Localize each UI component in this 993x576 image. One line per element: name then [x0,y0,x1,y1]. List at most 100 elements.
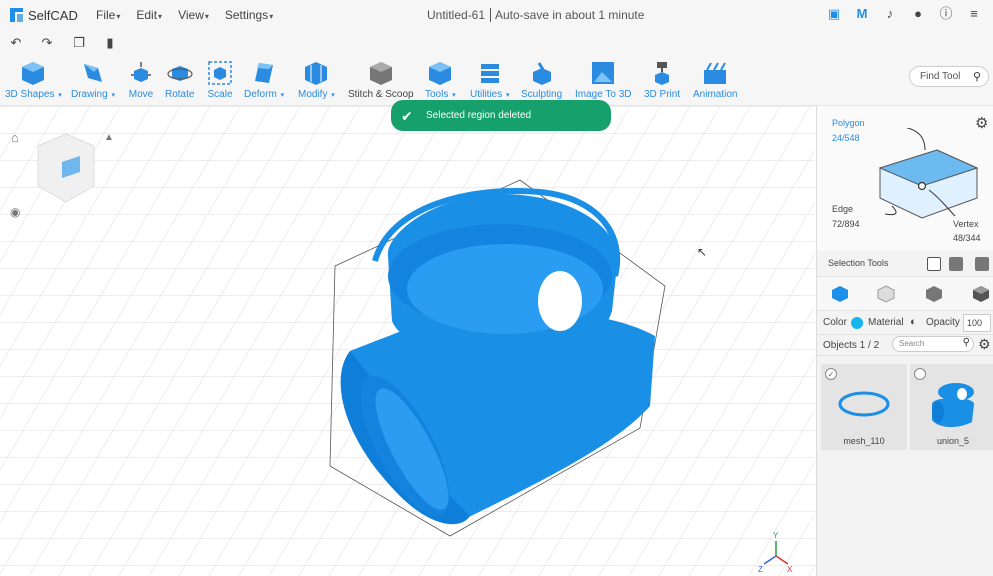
tools-icon [429,62,452,85]
select-all-icon[interactable] [975,257,989,271]
tool-deform[interactable]: Deform [244,60,284,100]
tool-label: Modify [298,89,328,100]
color-label: Color [823,317,847,328]
object-mode-icon[interactable] [831,285,849,303]
quick-actions-bar: ↶ ↷ ❐ ▮ [0,30,993,56]
edge-mode-label[interactable]: Edge [832,204,853,214]
faces-mode-icon[interactable] [925,285,943,303]
opacity-input[interactable]: 100 [963,314,991,332]
document-title[interactable]: Untitled-61 [427,8,485,22]
box-select-icon[interactable] [927,257,941,271]
axis-z-label: Z [758,565,763,574]
tool-label: Rotate [165,89,195,100]
edge-count: 72/894 [832,219,860,229]
find-tool-placeholder: Find Tool [920,71,961,82]
tool-scale[interactable]: Scale [207,60,233,100]
tool-3d-shapes[interactable]: 3D Shapes [5,60,62,100]
3d-viewport[interactable]: ⌂ ▲ ◉ Y X Z ↖ [0,106,815,576]
3d-print-icon [655,62,670,85]
objects-search-input[interactable]: Search ⚲ [892,336,974,352]
tool-label: Stitch & Scoop [348,89,414,100]
tool-move[interactable]: Move [128,60,154,100]
move-icon [131,62,151,82]
menu-view[interactable]: View [178,8,209,22]
tool-label: Deform [244,89,277,100]
undo-icon[interactable]: ↶ [9,36,23,50]
user-icon[interactable]: ● [911,7,925,21]
tool-label: Drawing [71,89,108,100]
selection-tools-label: Selection Tools [828,258,889,268]
tool-label: Animation [693,89,738,100]
tool-image-to-3d[interactable]: Image To 3D [575,60,632,100]
object-checkbox[interactable]: ✓ [825,368,837,380]
material-label[interactable]: Material [868,317,904,328]
app-name: SelfCAD [28,7,78,23]
modify-icon [305,62,328,85]
vertex-count: 48/344 [953,233,981,243]
scene-canvas[interactable]: ⌂ ▲ ◉ Y X Z ↖ [0,106,815,576]
tool-animation[interactable]: Animation [693,60,737,100]
wireframe-mode-icon[interactable] [877,285,895,303]
title-bar: SelfCAD File Edit View Settings Untitled… [0,0,993,30]
save-icon[interactable]: ▣ [827,7,841,21]
mouse-cursor-icon: ↖ [697,245,707,259]
selfcad-logo-icon [10,8,23,22]
objects-search-placeholder: Search [899,339,925,348]
menu-icon[interactable]: ≡ [967,7,981,21]
menu-edit[interactable]: Edit [136,8,162,22]
objects-settings-gear-icon[interactable]: ⚙ [978,336,991,353]
check-icon: ✔ [401,107,413,124]
axis-x-label: X [787,565,793,574]
delete-icon[interactable]: ▮ [103,36,117,50]
paint-select-icon[interactable] [949,257,963,271]
tool-label: Sculpting [521,89,563,100]
toast-notification: ✔ Selected region deleted [391,100,611,131]
drawing-icon [83,64,102,82]
image-icon [592,62,615,84]
selection-mode-widget: Polygon 24/548 ⚙ Edge 72/894 Vertex 48/3… [817,106,993,251]
redo-icon[interactable]: ↷ [40,36,54,50]
home-icon[interactable]: ⌂ [11,130,19,145]
menu-settings[interactable]: Settings [225,8,273,22]
tool-tools[interactable]: Tools [425,60,456,100]
bell-icon[interactable]: ♪ [883,7,897,21]
tool-3d-print[interactable]: 3D Print [644,60,680,100]
find-tool-input[interactable]: Find Tool ⚲ [909,66,989,87]
polygon-mode-label[interactable]: Polygon [832,118,865,128]
tool-label: 3D Shapes [5,89,55,100]
selection-cube-icon [878,128,979,219]
mesh-110-thumbnail [838,391,890,417]
vertex-mode-label[interactable]: Vertex [953,219,979,229]
object-checkbox[interactable] [914,368,926,380]
copy-icon[interactable]: ❐ [72,36,86,50]
color-swatch[interactable] [851,317,863,329]
rotate-icon [167,66,193,81]
tool-modify[interactable]: Modify [298,60,335,100]
tool-label: Utilities [470,89,503,100]
polygon-count: 24/548 [832,133,860,143]
autosave-status: Auto-save in about 1 minute [490,8,644,22]
tool-sculpting[interactable]: Sculpting [521,60,562,100]
tool-label: Tools [425,89,449,100]
tool-drawing[interactable]: Drawing [71,60,115,100]
axis-y-label: Y [773,531,779,540]
toast-message: Selected region deleted [426,110,532,121]
tool-utilities[interactable]: Utilities [470,60,510,100]
app-logo[interactable]: SelfCAD [8,6,84,24]
utilities-icon [480,64,499,83]
tool-rotate[interactable]: Rotate [165,60,194,100]
sculpting-icon [532,62,551,85]
m-icon[interactable]: M [855,7,869,21]
object-name-union-5: union_5 [936,436,970,446]
cube-icon [22,62,45,85]
solid-mode-icon[interactable] [972,285,990,303]
menu-file[interactable]: File [96,8,120,22]
camera-icon[interactable]: ◉ [10,205,20,219]
material-icon[interactable]: ◐ [910,316,917,328]
objects-header: Objects 1 / 2 Search ⚲ ⚙ [817,334,993,356]
info-icon[interactable]: ⓘ [939,7,953,21]
selection-tools-row: Selection Tools [817,253,993,275]
search-icon: ⚲ [962,337,970,348]
light-icon[interactable]: ▲ [104,132,114,143]
tool-stitch-scoop[interactable]: Stitch & Scoop [348,60,414,100]
